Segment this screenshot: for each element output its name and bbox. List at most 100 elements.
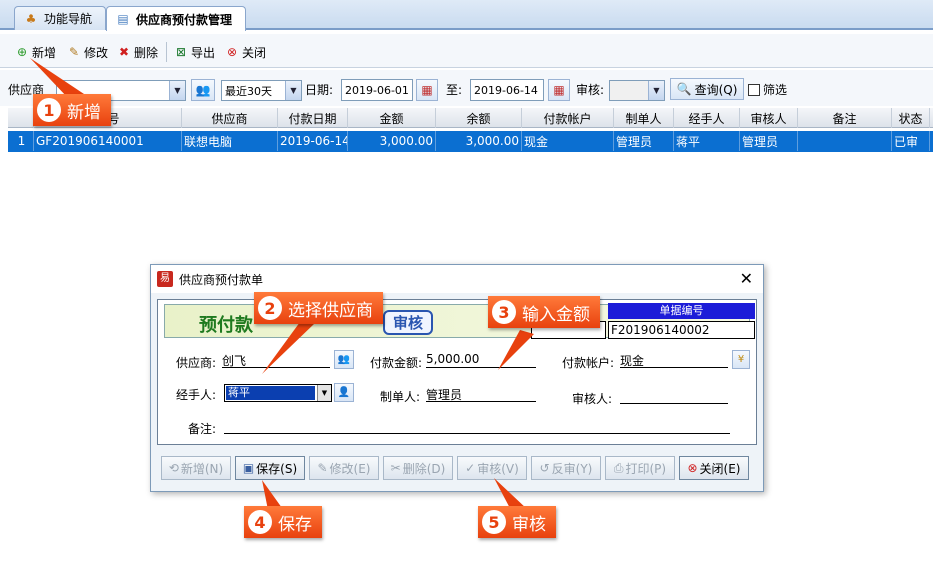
handler-lookup-button[interactable]: 👤 <box>334 383 354 402</box>
filter-checkbox[interactable]: 筛选 <box>748 81 787 98</box>
table-row[interactable]: 1 GF201906140001 联想电脑 2019-06-14 3,000.0… <box>8 131 933 152</box>
search-icon: 🔍 <box>676 82 692 96</box>
row-index: 1 <box>8 131 34 151</box>
account-input[interactable]: 现金 <box>620 352 728 368</box>
calendar-icon: ▦ <box>553 83 565 97</box>
cell-account: 现金 <box>522 131 614 151</box>
filter-bar: 供应商 ▼ 👥 最近30天 ▼ 日期: 2019-06-01 ▦ 至: 2019… <box>0 70 933 106</box>
column-header[interactable]: 付款日期 <box>278 108 348 128</box>
checkbox-box[interactable] <box>748 83 760 96</box>
dialog-edit-button[interactable]: ✎ 修改(E) <box>309 456 379 480</box>
delete-icon: ✖ <box>118 45 130 59</box>
dialog-print-button[interactable]: ⎙ 打印(P) <box>605 456 675 480</box>
column-header[interactable]: 制单人 <box>614 108 674 128</box>
doc-no-header: 单据编号 <box>608 303 755 319</box>
tab-supplier-prepayment[interactable]: ▤ 供应商预付款管理 <box>106 6 246 31</box>
handler-select[interactable]: 蒋平 ▼ <box>224 384 332 402</box>
dialog-title: 供应商预付款单 <box>179 272 264 287</box>
column-header[interactable]: 金额 <box>348 108 436 128</box>
column-header-index <box>8 108 34 128</box>
add-icon: ⊕ <box>16 45 28 59</box>
note-input[interactable] <box>224 418 730 434</box>
account-lookup-button[interactable]: ¥ <box>732 350 750 369</box>
excel-icon: ⊠ <box>175 45 187 59</box>
dialog-titlebar: 易 供应商预付款单 ✕ <box>151 265 763 293</box>
audit-stamp: 审核 <box>383 310 434 335</box>
chevron-down-icon: ▼ <box>317 385 331 401</box>
add-icon: ⟲ <box>168 461 179 475</box>
tab-label: 功能导航 <box>44 12 93 26</box>
column-header[interactable]: 供应商 <box>182 108 278 128</box>
column-header[interactable]: 付款帐户 <box>522 108 614 128</box>
users-icon: 👥 <box>195 83 211 97</box>
calendar-icon: ▦ <box>421 83 433 97</box>
date-from-picker[interactable]: ▦ <box>416 79 438 101</box>
supplier-lookup-button[interactable]: 👥 <box>191 79 215 101</box>
column-header[interactable]: 状态 <box>892 108 930 128</box>
save-icon: ▣ <box>242 461 255 475</box>
cell-balance: 3,000.00 <box>436 131 522 151</box>
cell-status: 已审 <box>892 131 930 151</box>
close-button[interactable]: ⊗ 关闭 <box>224 42 266 62</box>
dialog-add-button[interactable]: ⟲ 新增(N) <box>161 456 231 480</box>
column-header[interactable]: 审核人 <box>740 108 798 128</box>
delete-icon: ✂ <box>390 461 401 475</box>
callout-1: 1 新增 <box>33 94 111 126</box>
column-header[interactable]: 经手人 <box>674 108 740 128</box>
chevron-down-icon: ▼ <box>648 81 664 100</box>
close-icon: ⊗ <box>687 461 698 475</box>
export-button[interactable]: ⊠ 导出 <box>173 42 215 62</box>
dialog-save-button[interactable]: ▣ 保存(S) <box>235 456 305 480</box>
audit-select[interactable]: ▼ <box>609 80 665 101</box>
auditor-label: 审核人: <box>572 392 613 406</box>
audit-label: 审核: <box>576 83 605 97</box>
supplier-lookup-button[interactable]: 👥 <box>334 350 354 369</box>
callout-2: 2 选择供应商 <box>254 292 383 324</box>
prepayment-dialog: 易 供应商预付款单 ✕ 预付款 审核 单据编号 F201906140002 供应… <box>150 264 764 492</box>
callout-5: 5 审核 <box>478 506 556 538</box>
tab-bar: ♣ 功能导航 ▤ 供应商预付款管理 <box>0 0 933 31</box>
date-to-picker[interactable]: ▦ <box>548 79 570 101</box>
close-icon: ⊗ <box>226 45 238 59</box>
app-icon: 易 <box>157 271 173 287</box>
column-header[interactable]: 备注 <box>798 108 892 128</box>
column-header[interactable]: 余额 <box>436 108 522 128</box>
period-select[interactable]: 最近30天 ▼ <box>221 80 302 101</box>
dialog-close-button[interactable]: ⊗ 关闭(E) <box>679 456 749 480</box>
cell-amount: 3,000.00 <box>348 131 436 151</box>
amount-input[interactable]: 5,000.00 <box>426 352 536 368</box>
handler-label: 经手人: <box>176 388 217 402</box>
document-icon: ▤ <box>117 12 129 26</box>
dialog-unaudit-button[interactable]: ↺ 反审(Y) <box>531 456 601 480</box>
edit-button[interactable]: ✎ 修改 <box>66 42 108 62</box>
auditor-field <box>620 388 728 404</box>
account-label: 付款帐户: <box>562 356 615 370</box>
creator-field: 管理员 <box>426 386 536 402</box>
dialog-delete-button[interactable]: ✂ 删除(D) <box>383 456 453 480</box>
table-header: 编号 供应商 付款日期 金额 余额 付款帐户 制单人 经手人 审核人 备注 状态 <box>8 108 933 128</box>
cell-creator: 管理员 <box>614 131 674 151</box>
supplier-input[interactable]: 创飞 <box>222 352 330 368</box>
creator-label: 制单人: <box>380 390 421 404</box>
supplier-label: 供应商: <box>176 356 217 370</box>
delete-button[interactable]: ✖ 删除 <box>116 42 158 62</box>
chevron-down-icon: ▼ <box>285 81 301 100</box>
cell-note <box>798 131 892 151</box>
query-button[interactable]: 🔍 查询(Q) <box>670 78 744 100</box>
note-label: 备注: <box>188 422 217 436</box>
close-icon[interactable]: ✕ <box>740 269 753 288</box>
dialog-audit-button[interactable]: ✓ 审核(V) <box>457 456 527 480</box>
tab-function-nav[interactable]: ♣ 功能导航 <box>14 6 106 30</box>
callout-4: 4 保存 <box>244 506 322 538</box>
audit-icon: ✓ <box>465 461 476 475</box>
doc-no-field: F201906140002 <box>608 321 755 339</box>
cell-auditor: 管理员 <box>740 131 798 151</box>
users-icon: 👥 <box>337 354 351 365</box>
cell-doc-no: GF201906140001 <box>34 131 182 151</box>
date-from-input[interactable]: 2019-06-01 <box>341 79 413 101</box>
cell-supplier: 联想电脑 <box>182 131 278 151</box>
add-button[interactable]: ⊕ 新增 <box>14 42 56 62</box>
tab-label: 供应商预付款管理 <box>136 12 233 27</box>
chevron-down-icon: ▼ <box>169 81 185 100</box>
date-to-input[interactable]: 2019-06-14 <box>470 79 544 101</box>
